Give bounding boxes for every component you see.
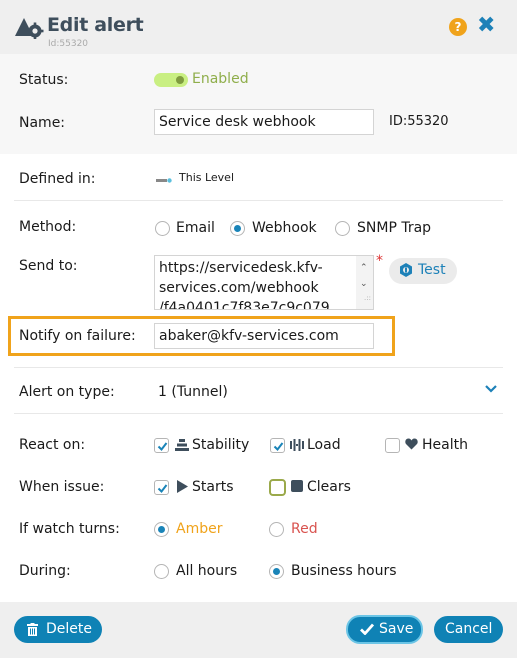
amber-radio[interactable] xyxy=(154,522,169,537)
notify-on-failure-label: Notify on failure: xyxy=(19,328,136,344)
name-label: Name: xyxy=(19,115,66,131)
starts-label[interactable]: Starts xyxy=(192,479,234,495)
help-icon[interactable]: ? xyxy=(449,18,467,36)
stability-checkbox[interactable] xyxy=(154,438,169,453)
health-checkbox[interactable] xyxy=(385,438,400,453)
stop-icon xyxy=(291,480,303,492)
play-icon xyxy=(177,480,188,493)
gear-icon xyxy=(400,263,412,277)
method-label: Method: xyxy=(19,219,77,235)
save-button[interactable]: Save xyxy=(346,615,423,644)
business-hours-label[interactable]: Business hours xyxy=(291,563,397,579)
test-button[interactable]: Test xyxy=(389,258,457,284)
clears-checkbox[interactable] xyxy=(269,479,286,496)
heart-icon xyxy=(405,438,418,450)
all-hours-radio[interactable] xyxy=(154,564,169,579)
watch-turns-label: If watch turns: xyxy=(19,521,120,537)
stability-icon xyxy=(175,439,189,451)
method-email-radio[interactable] xyxy=(155,221,170,236)
dialog-title: Edit alert xyxy=(47,14,144,36)
send-to-line: /f4a0401c7f83e7c9c079 xyxy=(159,300,330,310)
trash-icon xyxy=(27,623,38,636)
defined-in-value: This Level xyxy=(179,171,235,184)
status-label: Status: xyxy=(19,72,69,88)
send-to-line: services.com/webhook xyxy=(159,280,319,296)
test-button-label: Test xyxy=(418,262,446,278)
health-label[interactable]: Health xyxy=(422,437,468,453)
load-label[interactable]: Load xyxy=(307,437,341,453)
checkmark-icon xyxy=(360,623,374,635)
red-radio[interactable] xyxy=(269,522,284,537)
load-checkbox[interactable] xyxy=(270,438,285,453)
chevron-down-icon[interactable] xyxy=(485,385,497,393)
send-to-line: https://servicedesk.kfv- xyxy=(159,260,323,276)
clears-label[interactable]: Clears xyxy=(307,479,351,495)
notify-on-failure-input[interactable]: abaker@kfv-services.com xyxy=(154,323,374,349)
close-icon[interactable]: ✖ xyxy=(477,14,495,38)
required-marker: * xyxy=(376,253,383,269)
method-email-label[interactable]: Email xyxy=(176,220,215,236)
method-snmp-label[interactable]: SNMP Trap xyxy=(357,220,431,236)
cancel-button-label: Cancel xyxy=(445,621,493,637)
name-id: ID:55320 xyxy=(389,114,449,129)
name-input[interactable]: Service desk webhook xyxy=(154,109,374,135)
cancel-button[interactable]: Cancel xyxy=(434,616,503,643)
divider xyxy=(14,413,503,414)
starts-checkbox[interactable] xyxy=(154,480,169,495)
resize-grip-icon[interactable]: .:: xyxy=(364,288,371,308)
amber-label[interactable]: Amber xyxy=(176,521,222,537)
during-label: During: xyxy=(19,563,71,579)
react-on-label: React on: xyxy=(19,437,86,453)
all-hours-label[interactable]: All hours xyxy=(176,563,237,579)
general-section xyxy=(0,54,517,154)
method-webhook-label[interactable]: Webhook xyxy=(252,220,317,236)
alert-on-type-select[interactable]: 1 (Tunnel) xyxy=(158,384,228,400)
status-toggle[interactable] xyxy=(154,73,188,87)
stability-label[interactable]: Stability xyxy=(192,437,249,453)
dialog-header: Edit alert Id:55320 ? ✖ xyxy=(0,0,517,54)
divider xyxy=(14,367,503,368)
delete-button[interactable]: Delete xyxy=(14,616,102,643)
send-to-label: Send to: xyxy=(19,258,78,274)
toggle-knob xyxy=(176,76,184,84)
red-label[interactable]: Red xyxy=(291,521,318,537)
method-snmp-radio[interactable] xyxy=(335,221,350,236)
save-button-label: Save xyxy=(379,621,414,637)
delete-button-label: Delete xyxy=(46,621,92,637)
when-issue-label: When issue: xyxy=(19,479,105,495)
alert-sub-id: Id:55320 xyxy=(48,39,89,49)
alert-on-type-label: Alert on type: xyxy=(19,384,115,400)
defined-in-label: Defined in: xyxy=(19,171,96,187)
divider xyxy=(14,200,503,201)
send-to-textarea[interactable]: https://servicedesk.kfv- services.com/we… xyxy=(154,255,374,310)
load-icon xyxy=(290,439,304,451)
level-icon xyxy=(156,178,172,183)
alert-gear-icon xyxy=(15,18,44,39)
method-webhook-radio[interactable] xyxy=(230,221,245,236)
status-value: Enabled xyxy=(192,71,249,87)
business-hours-radio[interactable] xyxy=(269,564,284,579)
